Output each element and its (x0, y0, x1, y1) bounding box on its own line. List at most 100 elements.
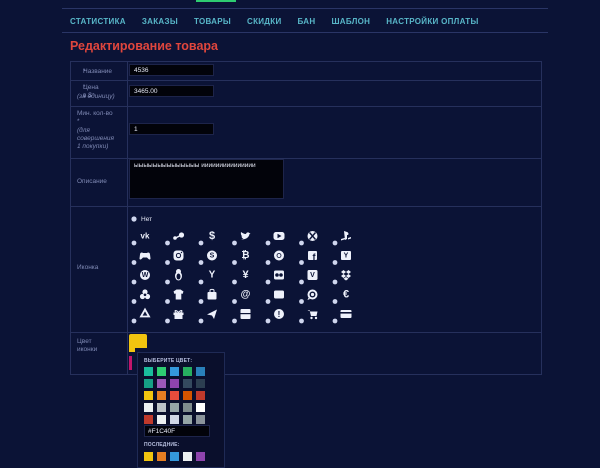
radio-button[interactable] (232, 260, 237, 265)
palette-swatch[interactable] (170, 403, 179, 412)
icon-option[interactable]: V (299, 270, 318, 285)
palette-swatch[interactable] (170, 415, 179, 424)
recent-swatch[interactable] (157, 452, 166, 461)
nav-products[interactable]: ТОВАРЫ (194, 17, 231, 26)
icon-option[interactable]: vk (131, 232, 150, 246)
price-input[interactable] (129, 85, 214, 97)
icon-option[interactable] (198, 288, 217, 304)
radio-button[interactable] (265, 299, 271, 304)
palette-swatch[interactable] (170, 391, 179, 400)
radio-button[interactable] (165, 299, 170, 304)
icon-option[interactable] (265, 290, 284, 304)
radio-button[interactable] (332, 299, 338, 304)
name-input[interactable] (129, 64, 214, 76)
icon-option[interactable]: SS (198, 250, 217, 265)
radio-button[interactable] (165, 240, 170, 246)
icon-option[interactable]: Y (198, 270, 216, 285)
radio-button[interactable] (131, 299, 137, 304)
palette-swatch[interactable] (183, 415, 192, 424)
icon-option[interactable] (299, 289, 318, 304)
icon-option[interactable] (165, 269, 182, 285)
palette-swatch[interactable] (170, 367, 179, 376)
palette-swatch[interactable] (170, 379, 179, 388)
radio-button[interactable] (265, 260, 271, 265)
radio-button[interactable] (131, 260, 137, 265)
icon-option[interactable]: Y (332, 251, 351, 265)
icon-option[interactable] (232, 309, 251, 324)
radio-button[interactable] (299, 318, 304, 324)
hex-color-input[interactable] (144, 425, 210, 437)
palette-swatch[interactable] (144, 379, 153, 388)
radio-button[interactable] (299, 299, 304, 304)
nav-template[interactable]: ШАБЛОН (331, 17, 370, 26)
radio-button[interactable] (198, 240, 204, 246)
radio-button[interactable] (232, 279, 237, 285)
radio-button[interactable] (232, 299, 237, 304)
icon-option[interactable]: $ (198, 230, 215, 246)
radio-button[interactable] (131, 279, 137, 285)
icon-option[interactable]: ! (265, 309, 284, 324)
icon-option[interactable] (265, 232, 285, 246)
palette-swatch[interactable] (144, 415, 153, 424)
icon-option[interactable]: @ (232, 289, 251, 304)
icon-option[interactable] (332, 270, 351, 285)
icon-option[interactable] (265, 250, 284, 265)
icon-option[interactable] (165, 250, 184, 265)
radio-button[interactable] (332, 318, 338, 324)
icon-option[interactable] (131, 307, 151, 324)
icon-option[interactable] (165, 232, 185, 246)
radio-button[interactable] (332, 240, 338, 246)
radio-button[interactable] (165, 279, 170, 285)
min-qty-input[interactable] (129, 123, 214, 135)
palette-swatch[interactable] (196, 391, 205, 400)
palette-swatch[interactable] (157, 415, 166, 424)
radio-button[interactable] (265, 240, 271, 246)
radio-button[interactable] (131, 318, 137, 324)
nav-discounts[interactable]: СКИДКИ (247, 17, 282, 26)
nav-statistics[interactable]: СТАТИСТИКА (70, 17, 126, 26)
icon-option[interactable] (131, 252, 151, 265)
radio-button[interactable] (165, 260, 170, 265)
palette-swatch[interactable] (157, 403, 166, 412)
icon-option[interactable] (165, 310, 184, 324)
palette-swatch[interactable] (196, 403, 205, 412)
radio-button[interactable] (299, 240, 304, 246)
icon-option[interactable] (299, 231, 318, 246)
radio-button[interactable] (232, 240, 237, 246)
icon-option[interactable] (332, 310, 352, 324)
icon-option[interactable] (299, 310, 318, 324)
palette-swatch[interactable] (183, 367, 192, 376)
icon-option[interactable]: ¥ (232, 269, 249, 285)
nav-orders[interactable]: ЗАКАЗЫ (142, 17, 178, 26)
nav-ban[interactable]: БАН (298, 17, 316, 26)
icon-option-none[interactable]: Нет (131, 216, 152, 223)
palette-swatch[interactable] (157, 391, 166, 400)
icon-option[interactable] (165, 289, 184, 304)
radio-button[interactable] (332, 260, 338, 265)
palette-swatch[interactable] (183, 403, 192, 412)
icon-option[interactable]: ₿ (232, 249, 250, 265)
icon-option[interactable] (265, 270, 284, 285)
radio-button[interactable] (299, 279, 304, 285)
radio-button[interactable] (198, 279, 204, 285)
icon-option[interactable]: € (332, 289, 349, 304)
nav-payment-settings[interactable]: НАСТРОЙКИ ОПЛАТЫ (386, 17, 478, 26)
palette-swatch[interactable] (144, 391, 153, 400)
radio-button[interactable] (198, 299, 204, 304)
palette-swatch[interactable] (157, 367, 166, 376)
radio-button[interactable] (165, 318, 170, 324)
icon-option[interactable] (198, 309, 217, 324)
icon-option[interactable] (131, 289, 151, 304)
palette-swatch[interactable] (196, 415, 205, 424)
palette-swatch[interactable] (183, 391, 192, 400)
icon-option[interactable] (232, 232, 251, 246)
palette-swatch[interactable] (196, 379, 205, 388)
radio-button[interactable] (265, 318, 271, 324)
recent-swatch[interactable] (183, 452, 192, 461)
radio-button[interactable] (332, 279, 338, 285)
radio-button[interactable] (198, 260, 204, 265)
palette-swatch[interactable] (144, 403, 153, 412)
icon-option[interactable]: f (299, 251, 317, 265)
palette-swatch[interactable] (144, 367, 153, 376)
radio-button[interactable] (232, 318, 237, 324)
